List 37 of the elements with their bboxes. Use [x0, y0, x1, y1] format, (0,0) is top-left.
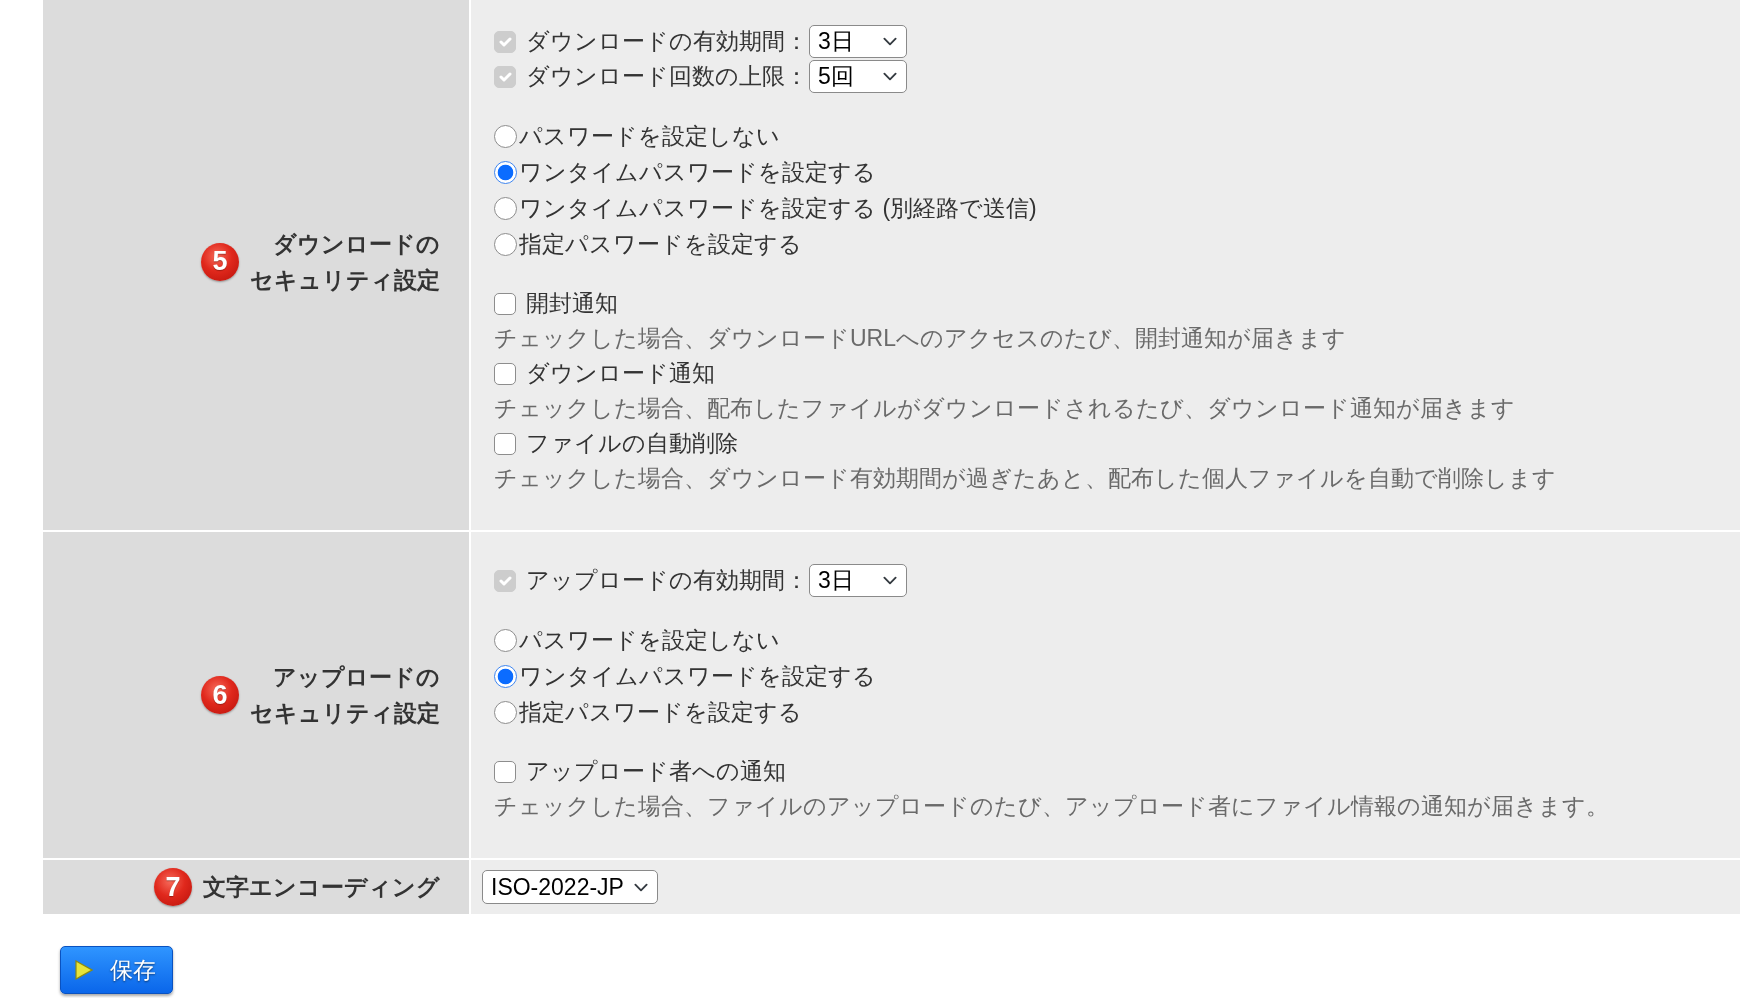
- section-label: セキュリティ設定: [250, 699, 440, 728]
- radio-button[interactable]: [494, 700, 517, 724]
- radio-label[interactable]: ワンタイムパスワードを設定する: [519, 154, 876, 190]
- checkbox[interactable]: [494, 362, 516, 385]
- hint-text: チェックした場合、ダウンロード有効期間が過ぎたあと、配布した個人ファイルを自動で削除します: [494, 464, 1556, 493]
- radio-label[interactable]: 指定パスワードを設定する: [519, 226, 802, 262]
- radio-label[interactable]: ワンタイムパスワードを設定する: [519, 658, 876, 694]
- dropdown[interactable]: ISO-2022-JP: [482, 870, 658, 904]
- radio-button[interactable]: [494, 232, 517, 256]
- radio-label[interactable]: ワンタイムパスワードを設定する (別経路で送信): [519, 190, 1037, 226]
- section-label: アップロードの: [273, 663, 440, 692]
- checkbox[interactable]: [494, 432, 516, 455]
- radio-label[interactable]: パスワードを設定しない: [519, 622, 780, 658]
- checkbox-label[interactable]: ダウンロード通知: [526, 356, 715, 391]
- section-label: 文字エンコーディング: [203, 873, 440, 902]
- checkbox[interactable]: [494, 292, 516, 315]
- checkbox[interactable]: [494, 760, 516, 783]
- radio-button[interactable]: [494, 664, 517, 688]
- radio-button[interactable]: [494, 160, 517, 184]
- hint-text: チェックした場合、配布したファイルがダウンロードされるたび、ダウンロード通知が届きます: [494, 394, 1515, 423]
- section-label: ダウンロードの: [273, 229, 440, 259]
- checkbox-label[interactable]: 開封通知: [526, 286, 618, 321]
- checkbox-label[interactable]: ファイルの自動削除: [526, 426, 738, 461]
- radio-button[interactable]: [494, 196, 517, 220]
- checkbox-label[interactable]: アップロード者への通知: [526, 754, 786, 789]
- step-number-badge: 7: [154, 868, 192, 906]
- hint-text: チェックした場合、ファイルのアップロードのたび、アップロード者にファイル情報の通知が届きます。: [494, 792, 1609, 821]
- radio-button[interactable]: [494, 124, 517, 148]
- step-number-badge: 5: [201, 242, 239, 281]
- radio-label[interactable]: 指定パスワードを設定する: [519, 694, 802, 730]
- radio-label[interactable]: パスワードを設定しない: [519, 118, 780, 154]
- section-label: セキュリティ設定: [250, 265, 440, 295]
- save-button[interactable]: 保存: [60, 946, 173, 994]
- radio-button[interactable]: [494, 628, 517, 652]
- play-icon: [75, 960, 93, 980]
- step-number-badge: 6: [201, 676, 239, 714]
- hint-text: チェックした場合、ダウンロードURLへのアクセスのたび、開封通知が届きます: [494, 324, 1346, 353]
